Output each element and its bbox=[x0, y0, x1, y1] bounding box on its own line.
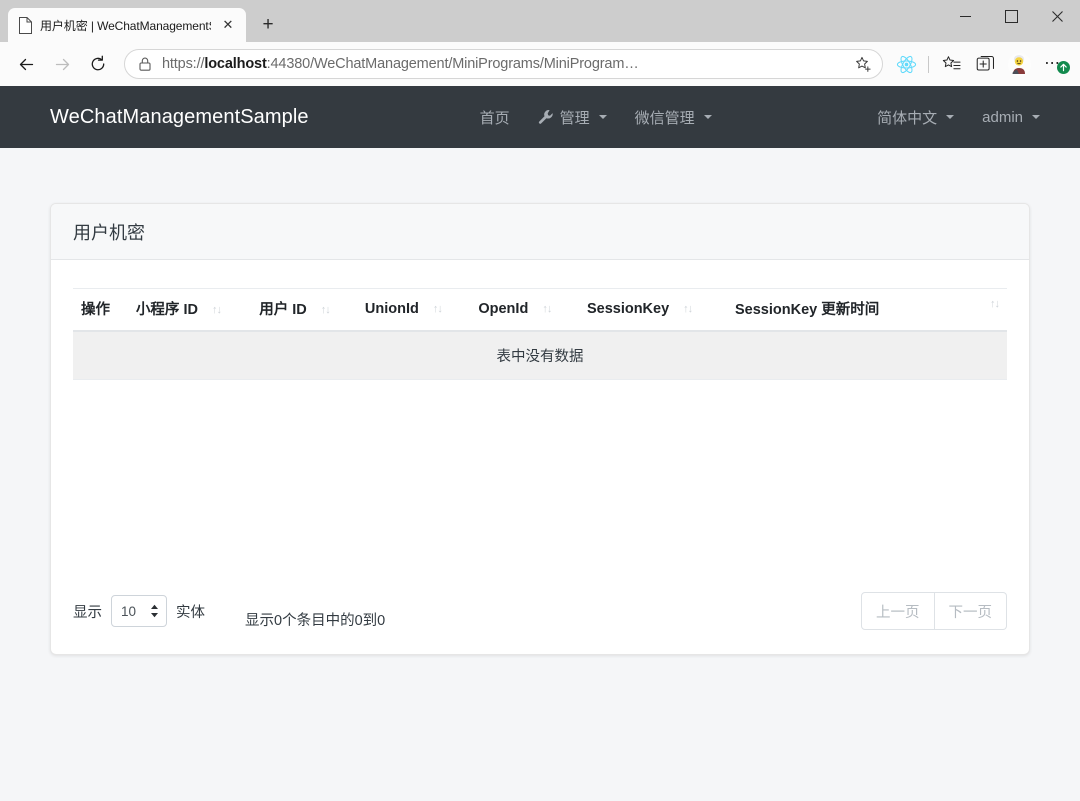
column-header-action[interactable]: 操作 bbox=[73, 288, 128, 332]
nav-item-label: 微信管理 bbox=[634, 109, 695, 127]
chevron-down-icon bbox=[598, 115, 607, 119]
update-badge-icon bbox=[1057, 61, 1070, 74]
card-header: 用户机密 bbox=[51, 204, 1029, 260]
sort-icon[interactable]: ↑↓ bbox=[433, 303, 443, 315]
toolbar-extensions: ⋯ bbox=[889, 48, 1072, 80]
sort-icon[interactable]: ↑↓ bbox=[683, 303, 693, 315]
tab-strip: 用户机密 | WeChatManagementS ✕ + bbox=[0, 0, 283, 42]
table-header-row: 操作 小程序 ID ↑↓ 用户 ID ↑↓ UnionId ↑↓ OpenId … bbox=[73, 288, 1007, 332]
table-footer: 显示 10 实体 显示0个条目中的0到0 上一页 下一页 bbox=[73, 590, 1007, 654]
avatar bbox=[1007, 52, 1031, 76]
card-body: 操作 小程序 ID ↑↓ 用户 ID ↑↓ UnionId ↑↓ OpenId … bbox=[51, 260, 1029, 654]
table-empty-row: 表中没有数据 bbox=[73, 331, 1007, 380]
column-header-user-id[interactable]: 用户 ID ↑↓ bbox=[251, 288, 357, 332]
nav-item-label: 简体中文 bbox=[877, 109, 938, 127]
empty-message: 表中没有数据 bbox=[73, 331, 1007, 380]
user-secrets-card: 用户机密 操作 小程序 ID ↑↓ 用户 ID ↑↓ UnionId ↑↓ Op… bbox=[50, 203, 1030, 655]
tab-title: 用户机密 | WeChatManagementS bbox=[40, 18, 211, 33]
browser-tab[interactable]: 用户机密 | WeChatManagementS ✕ bbox=[8, 8, 246, 42]
address-bar[interactable]: https://localhost:44380/WeChatManagement… bbox=[124, 49, 883, 79]
sort-icon[interactable]: ↑↓ bbox=[542, 303, 552, 315]
page-size-value: 10 bbox=[121, 603, 137, 619]
column-header-openid[interactable]: OpenId ↑↓ bbox=[470, 288, 579, 332]
chevron-down-icon bbox=[1032, 115, 1040, 119]
column-header-sessionkey-updated[interactable]: SessionKey 更新时间 ↑↓ bbox=[727, 288, 1007, 332]
page-length-suffix: 实体 bbox=[176, 604, 205, 621]
page-icon bbox=[18, 16, 33, 34]
nav-item-label: admin bbox=[982, 108, 1023, 126]
react-devtools-icon[interactable] bbox=[889, 48, 923, 80]
sort-icon[interactable]: ↑↓ bbox=[990, 298, 1000, 310]
url-text: https://localhost:44380/WeChatManagement… bbox=[162, 56, 639, 72]
page-viewport: WeChatManagementSample 首页 管理 微信管理 简体中文 a… bbox=[0, 86, 1080, 801]
nav-item-home[interactable]: 首页 bbox=[466, 99, 524, 136]
previous-page-button[interactable]: 上一页 bbox=[861, 592, 935, 630]
column-header-sessionkey[interactable]: SessionKey ↑↓ bbox=[578, 288, 727, 332]
sort-icon[interactable]: ↑↓ bbox=[321, 304, 331, 316]
window-close-button[interactable] bbox=[1034, 0, 1080, 32]
page-title: 用户机密 bbox=[73, 222, 145, 243]
browser-window: 用户机密 | WeChatManagementS ✕ + https://loc… bbox=[0, 0, 1080, 801]
nav-item-management[interactable]: 管理 bbox=[524, 99, 621, 136]
chevron-down-icon bbox=[703, 115, 712, 119]
app-navbar: WeChatManagementSample 首页 管理 微信管理 简体中文 a… bbox=[0, 86, 1080, 148]
app-brand[interactable]: WeChatManagementSample bbox=[50, 106, 309, 129]
browser-essentials-icon[interactable] bbox=[968, 48, 1002, 80]
pagination: 上一页 下一页 bbox=[861, 592, 1007, 630]
window-maximize-button[interactable] bbox=[988, 0, 1034, 32]
favorites-star-icon[interactable] bbox=[850, 51, 876, 77]
page-length-prefix: 显示 bbox=[73, 604, 102, 621]
table-body: 表中没有数据 bbox=[73, 331, 1007, 380]
spinner-icon bbox=[150, 604, 159, 618]
table-head: 操作 小程序 ID ↑↓ 用户 ID ↑↓ UnionId ↑↓ OpenId … bbox=[73, 288, 1007, 332]
nav-item-label: 首页 bbox=[479, 109, 510, 127]
forward-button bbox=[44, 48, 80, 80]
browser-titlebar: 用户机密 | WeChatManagementS ✕ + bbox=[0, 0, 1080, 42]
profile-avatar[interactable] bbox=[1002, 48, 1036, 80]
nav-item-language[interactable]: 简体中文 bbox=[863, 99, 968, 136]
sort-icon[interactable]: ↑↓ bbox=[212, 304, 222, 316]
column-header-unionid[interactable]: UnionId ↑↓ bbox=[356, 288, 471, 332]
toolbar-divider bbox=[928, 55, 929, 73]
settings-more-icon[interactable]: ⋯ bbox=[1036, 48, 1072, 80]
lock-icon bbox=[139, 57, 153, 71]
user-secrets-table: 操作 小程序 ID ↑↓ 用户 ID ↑↓ UnionId ↑↓ OpenId … bbox=[73, 288, 1007, 380]
back-button[interactable] bbox=[8, 48, 44, 80]
column-header-miniprogram-id[interactable]: 小程序 ID ↑↓ bbox=[127, 288, 252, 332]
window-minimize-button[interactable] bbox=[942, 0, 988, 32]
collections-icon[interactable] bbox=[934, 48, 968, 80]
new-tab-button[interactable]: + bbox=[253, 10, 283, 40]
tab-close-icon[interactable]: ✕ bbox=[218, 15, 238, 35]
next-page-button[interactable]: 下一页 bbox=[934, 592, 1007, 630]
nav-item-label: 管理 bbox=[559, 109, 590, 127]
secondary-nav: 简体中文 admin bbox=[863, 99, 1054, 136]
nav-item-wechat-management[interactable]: 微信管理 bbox=[621, 99, 726, 136]
window-controls bbox=[942, 0, 1080, 42]
wrench-icon bbox=[538, 109, 554, 125]
page-size-select[interactable]: 10 bbox=[111, 595, 167, 627]
primary-nav: 首页 管理 微信管理 bbox=[466, 99, 726, 136]
table-info: 显示0个条目中的0到0 bbox=[245, 612, 386, 629]
browser-toolbar: https://localhost:44380/WeChatManagement… bbox=[0, 42, 1080, 86]
page-length-control: 显示 10 实体 bbox=[73, 595, 205, 627]
nav-item-user[interactable]: admin bbox=[968, 101, 1054, 134]
reload-button[interactable] bbox=[80, 48, 116, 80]
chevron-down-icon bbox=[946, 115, 955, 119]
